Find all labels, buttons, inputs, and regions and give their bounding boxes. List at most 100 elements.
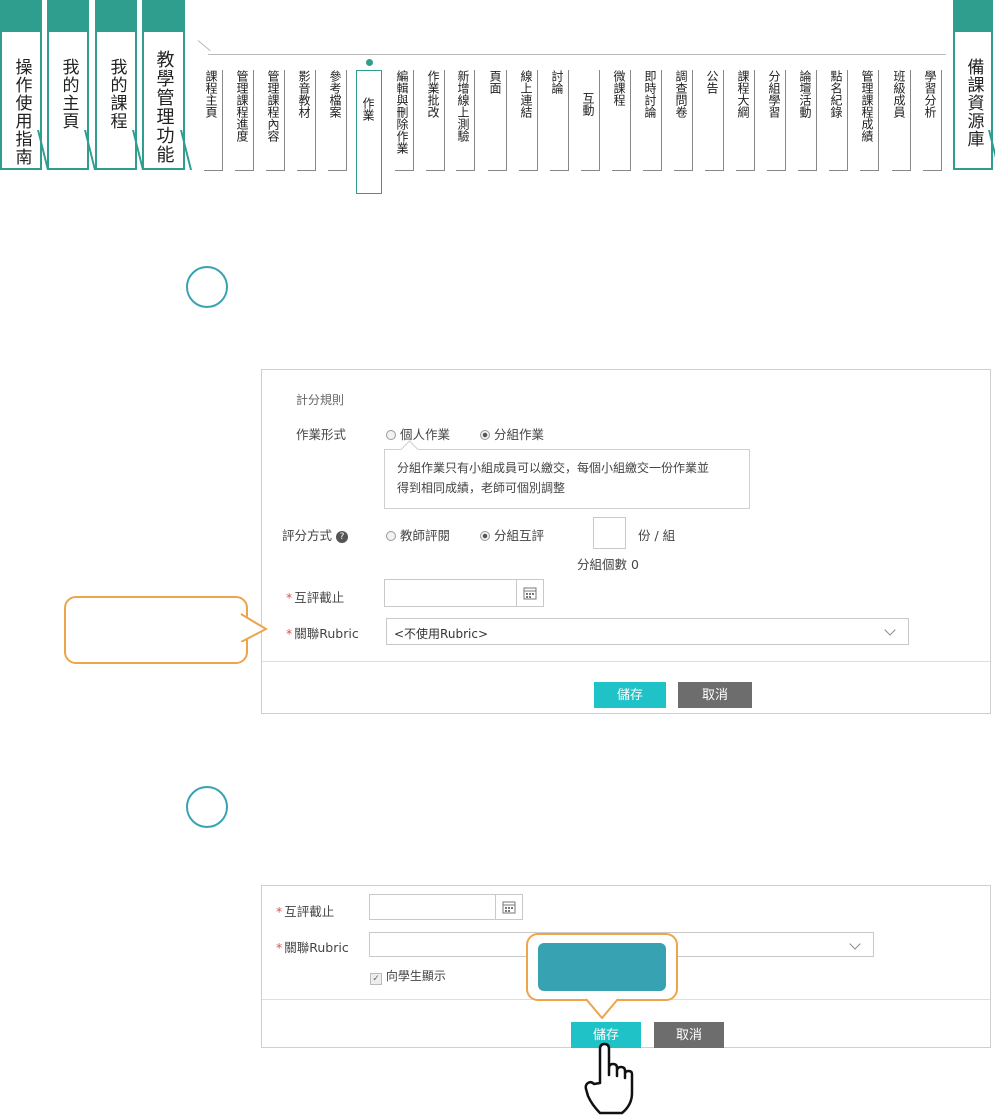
sub-nav-label: 調查問卷 xyxy=(674,70,688,118)
rubric-select[interactable]: <不使用Rubric> xyxy=(386,618,909,645)
sub-nav-item[interactable]: 影音教材 xyxy=(297,70,316,171)
rubric-label: * 關聯Rubric xyxy=(276,937,349,956)
sub-nav-label: 互動 xyxy=(581,92,595,116)
sub-nav-label: 討論 xyxy=(550,70,564,94)
sub-nav-item[interactable]: 課程大綱 xyxy=(736,70,755,171)
sub-nav-label: 班級成員 xyxy=(892,70,906,118)
sub-nav-label: 公告 xyxy=(705,70,719,94)
sub-nav-item-active[interactable]: 作業 xyxy=(356,70,382,194)
sub-nav-item[interactable]: 點名紀錄 xyxy=(829,70,848,171)
sub-nav-item[interactable]: 即時討論 xyxy=(643,70,662,171)
show-to-students-checkbox[interactable]: ✓ 向學生顯示 xyxy=(370,967,446,985)
radio-button-selected[interactable] xyxy=(480,430,490,440)
callout-pointer xyxy=(585,998,619,1020)
tab-my-home[interactable]: 我的主頁 xyxy=(47,0,96,170)
question-icon[interactable]: ? xyxy=(336,531,348,543)
tab-edge xyxy=(976,130,995,170)
sub-nav-item[interactable]: 討論 xyxy=(550,70,569,171)
radio-button-selected[interactable] xyxy=(480,531,490,541)
radio-individual[interactable]: 個人作業 xyxy=(386,424,450,443)
sub-nav-item[interactable]: 學習分析 xyxy=(923,70,942,171)
chevron-down-icon xyxy=(849,938,861,950)
tab-label: 操作使用指南 xyxy=(11,58,32,166)
rubric-select-value: <不使用Rubric> xyxy=(394,627,488,641)
sub-nav-label: 頁面 xyxy=(488,70,502,94)
sub-nav-item[interactable]: 管理課程成績 xyxy=(860,70,879,171)
callout-highlight xyxy=(538,943,666,991)
sub-nav-item[interactable]: 編輯與刪除作業 xyxy=(395,70,414,171)
calendar-icon[interactable] xyxy=(516,580,543,606)
peer-deadline-input[interactable] xyxy=(369,894,523,920)
tab-label: 我的主頁 xyxy=(58,58,79,130)
sub-nav-label: 分組學習 xyxy=(767,70,781,118)
radio-group[interactable]: 分組作業 xyxy=(480,424,544,443)
sub-nav-label: 論壇活動 xyxy=(798,70,812,118)
step-1-circle xyxy=(186,266,228,308)
radio-label: 分組互評 xyxy=(494,528,545,543)
callout-box xyxy=(526,933,678,1001)
tab-cap xyxy=(144,0,183,32)
sub-nav-item[interactable]: 管理課程內容 xyxy=(266,70,285,171)
sub-nav-label: 微課程 xyxy=(612,70,626,106)
hand-pointer-icon xyxy=(584,1042,634,1115)
tab-teaching-management[interactable]: 教學管理功能 xyxy=(142,0,192,170)
sub-nav-label: 學習分析 xyxy=(923,70,937,118)
tab-my-courses[interactable]: 我的課程 xyxy=(95,0,144,170)
sub-nav-label: 管理課程進度 xyxy=(235,70,249,142)
sub-nav-label: 管理課程成績 xyxy=(860,70,874,142)
tab-resource-library[interactable]: 備課資源庫 xyxy=(953,0,995,170)
sub-nav-label: 參考檔案 xyxy=(328,70,342,118)
sub-nav-item[interactable]: 作業批改 xyxy=(426,70,445,171)
sub-nav-item[interactable]: 公告 xyxy=(705,70,724,171)
assignment-type-label: 作業形式 xyxy=(296,427,347,442)
peer-deadline-text: 互評截止 xyxy=(284,904,335,919)
tab-cap xyxy=(955,0,991,32)
tab-edge xyxy=(120,130,144,170)
sub-nav-label: 課程大綱 xyxy=(736,70,750,118)
sub-nav-item[interactable]: 互動 xyxy=(581,70,600,171)
copies-per-group-input[interactable] xyxy=(593,517,626,549)
radio-peer-review[interactable]: 分組互評 xyxy=(480,525,544,544)
peer-deadline-text: 互評截止 xyxy=(294,590,345,605)
sub-nav-item[interactable]: 調查問卷 xyxy=(674,70,693,171)
rubric-text: 關聯Rubric xyxy=(284,940,349,955)
cancel-button[interactable]: 取消 xyxy=(654,1022,724,1048)
required-marker: * xyxy=(276,940,283,955)
cancel-button[interactable]: 取消 xyxy=(678,682,752,708)
tab-user-guide[interactable]: 操作使用指南 xyxy=(0,0,49,170)
sub-nav-connector xyxy=(197,40,211,52)
calendar-icon[interactable] xyxy=(495,895,522,919)
sub-nav-item[interactable]: 課程主頁 xyxy=(204,70,223,171)
sub-nav: 課程主頁 管理課程進度 管理課程內容 影音教材 參考檔案 作業 編輯與刪除作業 … xyxy=(197,0,950,200)
sub-nav-item[interactable]: 論壇活動 xyxy=(798,70,817,171)
group-assignment-tip: 分組作業只有小組成員可以繳交，每個小組繳交一份作業並 得到相同成績，老師可個別調… xyxy=(384,449,750,509)
required-marker: * xyxy=(286,590,293,605)
sub-nav-item[interactable]: 班級成員 xyxy=(892,70,911,171)
tab-label: 教學管理功能 xyxy=(153,50,175,164)
callout-box xyxy=(64,596,248,664)
radio-teacher-review[interactable]: 教師評閱 xyxy=(386,525,450,544)
sub-nav-label: 編輯與刪除作業 xyxy=(395,70,409,154)
sub-nav-item[interactable]: 微課程 xyxy=(612,70,631,171)
checkbox-icon[interactable]: ✓ xyxy=(370,973,382,985)
sub-nav-label: 作業批改 xyxy=(426,70,440,118)
sub-nav-item[interactable]: 新增線上測驗 xyxy=(456,70,475,171)
grading-method-label: 評分方式 ? xyxy=(282,525,348,544)
peer-deadline-label: * 互評截止 xyxy=(286,587,344,606)
sub-nav-label: 作業 xyxy=(361,97,375,121)
step-2-circle xyxy=(186,786,228,828)
sub-nav-item[interactable]: 參考檔案 xyxy=(328,70,347,171)
radio-button[interactable] xyxy=(386,531,396,541)
peer-deadline-label: * 互評截止 xyxy=(276,901,334,920)
sub-nav-label: 即時討論 xyxy=(643,70,657,118)
radio-button[interactable] xyxy=(386,430,396,440)
sub-nav-item[interactable]: 頁面 xyxy=(488,70,507,171)
sub-nav-item[interactable]: 分組學習 xyxy=(767,70,786,171)
sub-nav-top-line xyxy=(208,54,946,55)
save-button[interactable]: 儲存 xyxy=(594,682,666,708)
checkbox-label: 向學生顯示 xyxy=(385,969,446,983)
chevron-down-icon xyxy=(884,624,896,636)
sub-nav-item[interactable]: 線上連結 xyxy=(519,70,538,171)
sub-nav-item[interactable]: 管理課程進度 xyxy=(235,70,254,171)
peer-deadline-input[interactable] xyxy=(384,579,544,607)
